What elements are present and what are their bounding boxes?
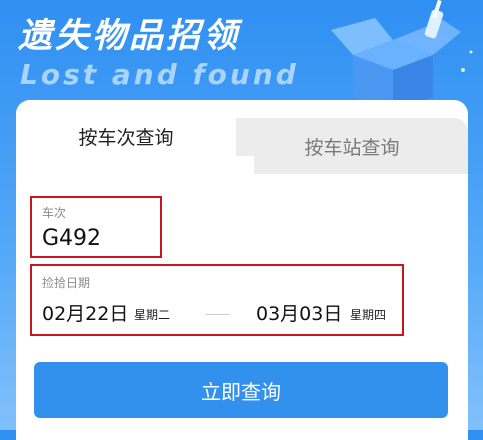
search-button[interactable]: 立即查询 — [34, 362, 448, 418]
hero-subtitle: Lost and found — [20, 58, 299, 91]
tab-by-train[interactable]: 按车次查询 — [16, 100, 236, 172]
open-box-icon — [331, 0, 473, 112]
pickup-date-field[interactable]: 捡拾日期 02月22日 星期二 03月03日 星期四 — [30, 264, 404, 336]
train-label: 车次 — [42, 206, 67, 220]
end-weekday: 星期四 — [350, 308, 387, 322]
date-label: 捡拾日期 — [42, 276, 91, 290]
start-date[interactable]: 02月22日 — [42, 299, 128, 326]
search-tabs: 按车次查询 按车站查询 — [16, 100, 468, 174]
train-value: G492 — [42, 226, 102, 251]
train-number-field[interactable]: 车次 G492 — [30, 196, 162, 258]
end-date[interactable]: 03月03日 — [256, 299, 342, 326]
search-card: 按车次查询 按车站查询 车次 G492 捡拾日期 02月22日 星期二 03月0… — [16, 100, 468, 440]
tab-by-station[interactable]: 按车站查询 — [236, 118, 468, 174]
date-range-separator — [206, 314, 230, 315]
hero-title: 遗失物品招领 — [18, 16, 240, 56]
start-weekday: 星期二 — [134, 308, 171, 322]
